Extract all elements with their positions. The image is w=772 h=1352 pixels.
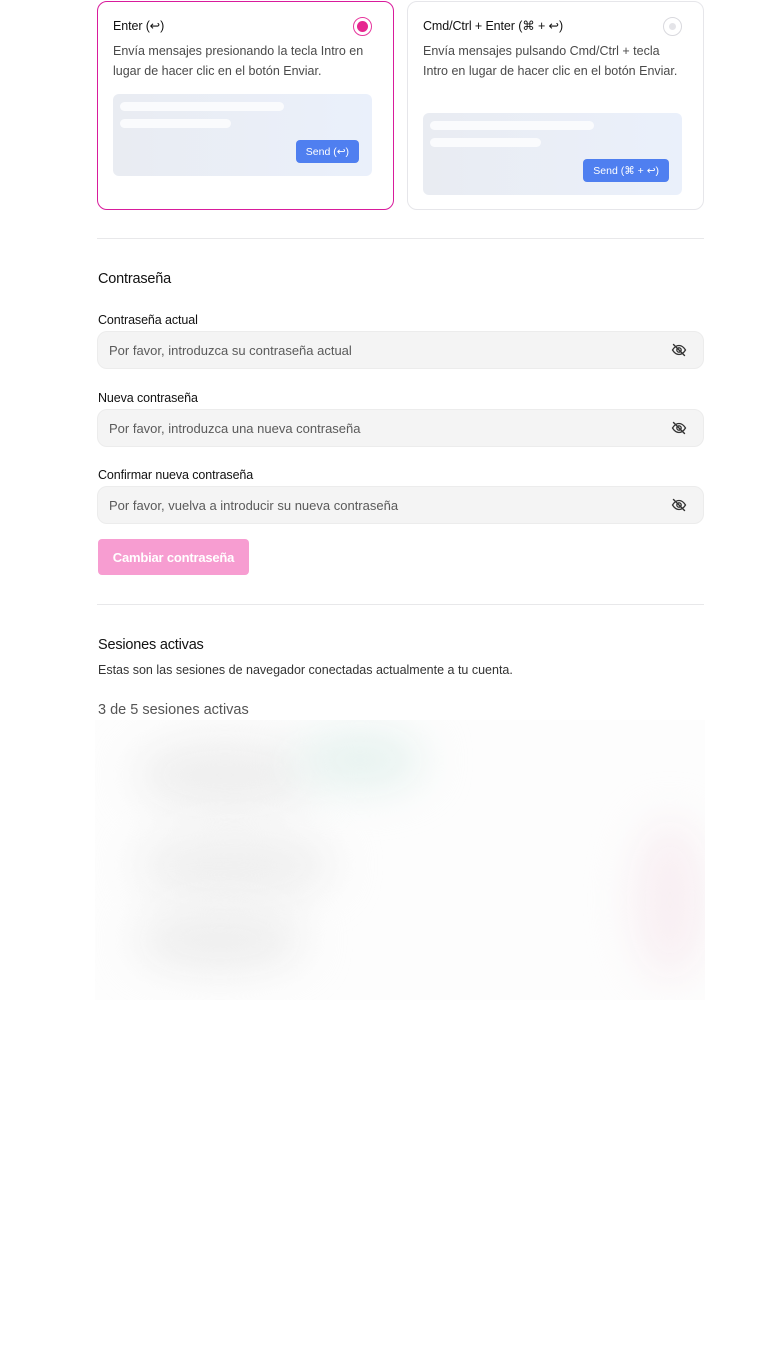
send-mode-cmd-enter-radio[interactable] [663, 17, 682, 36]
preview-text-line [120, 102, 284, 111]
preview-text-line [120, 119, 231, 128]
send-mode-cmd-enter-card[interactable]: Cmd/Ctrl + Enter (⌘ + ↩) Envía mensajes … [407, 1, 704, 210]
preview-send-button: Send (↩) [295, 140, 359, 163]
section-divider [97, 604, 704, 605]
send-mode-cmd-enter-title: Cmd/Ctrl + Enter (⌘ + ↩) [423, 19, 564, 33]
preview-text-line [430, 121, 594, 130]
send-mode-enter-radio[interactable] [353, 17, 372, 36]
eye-off-icon[interactable] [671, 497, 687, 513]
change-password-button[interactable]: Cambiar contraseña [98, 539, 249, 575]
send-mode-enter-preview: Send (↩) [113, 94, 372, 176]
current-password-label: Contraseña actual [98, 313, 198, 327]
sessions-description: Estas son las sesiones de navegador cone… [98, 663, 513, 677]
send-mode-enter-description: Envía mensajes presionando la tecla Intr… [113, 44, 364, 78]
password-section-title: Contraseña [98, 271, 171, 287]
eye-off-icon[interactable] [671, 420, 687, 436]
send-mode-cmd-enter-description: Envía mensajes pulsando Cmd/Ctrl + tecla… [423, 44, 678, 78]
send-mode-cmd-enter-preview: Send (⌘ + ↩) [423, 113, 682, 195]
sessions-section-title: Sesiones activas [98, 637, 204, 653]
new-password-label: Nueva contraseña [98, 391, 198, 405]
confirm-password-label: Confirmar nueva contraseña [98, 468, 254, 482]
section-divider [97, 238, 704, 239]
send-mode-enter-title: Enter (↩) [113, 19, 165, 33]
new-password-input[interactable] [97, 409, 704, 447]
preview-send-button: Send (⌘ + ↩) [583, 159, 669, 182]
preview-text-line [430, 138, 541, 147]
sessions-count: 3 de 5 sesiones activas [98, 702, 249, 718]
confirm-password-input[interactable] [97, 486, 704, 524]
radio-dot-icon [357, 21, 368, 32]
eye-off-icon[interactable] [671, 342, 687, 358]
sessions-list-placeholder [95, 720, 705, 1000]
current-password-input[interactable] [97, 331, 704, 369]
send-mode-enter-card[interactable]: Enter (↩) Envía mensajes presionando la … [97, 1, 394, 210]
radio-dot-icon [669, 23, 676, 30]
send-mode-options: Enter (↩) Envía mensajes presionando la … [97, 1, 704, 210]
